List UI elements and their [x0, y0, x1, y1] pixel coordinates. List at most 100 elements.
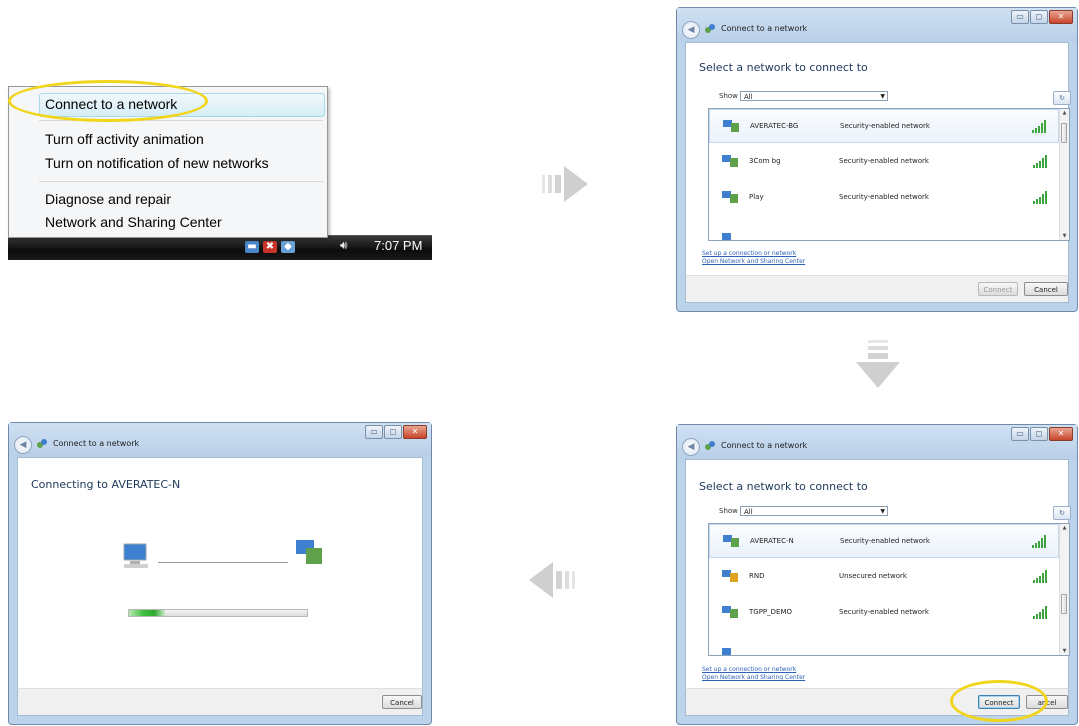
network-row[interactable]: Play Security-enabled network	[709, 181, 1059, 215]
setup-connection-link[interactable]: Set up a connection or network	[702, 250, 796, 257]
scroll-thumb[interactable]	[1061, 594, 1067, 614]
tray-icons: ▬ ✖ ◆	[245, 239, 295, 255]
refresh-button[interactable]: ↻	[1053, 506, 1071, 520]
menu-item-diagnose-and-repair[interactable]: Diagnose and repair	[45, 188, 171, 210]
minimize-button[interactable]: ▭	[1011, 427, 1029, 441]
connect-dialog-select: ▭ ◻ ✕ ◀ Connect to a network Select a ne…	[676, 7, 1078, 312]
back-arrow-icon[interactable]: ◀	[682, 21, 700, 39]
highlight-ring	[950, 680, 1048, 722]
window-controls: ▭ ◻ ✕	[1011, 427, 1073, 441]
network-name: Play	[749, 193, 764, 201]
network-row[interactable]	[709, 632, 1059, 655]
network-security: Security-enabled network	[839, 157, 929, 165]
show-filter-select[interactable]: All ▼	[740, 506, 888, 516]
show-filter-select[interactable]: All ▼	[740, 91, 888, 101]
network-row[interactable]: RND Unsecured network	[709, 560, 1059, 594]
dialog-content: Select a network to connect to Show All …	[685, 459, 1071, 693]
refresh-button[interactable]: ↻	[1053, 91, 1071, 105]
wireless-network-icon	[722, 155, 738, 167]
back-arrow-icon[interactable]: ◀	[14, 436, 32, 454]
network-security: Security-enabled network	[839, 608, 929, 616]
signal-strength-icon	[1033, 190, 1047, 204]
connect-dialog-select-selected: ▭ ◻ ✕ ◀ Connect to a network Select a ne…	[676, 424, 1078, 725]
network-name: AVERATEC-BG	[750, 122, 799, 130]
network-list: AVERATEC-BG Security-enabled network 3Co…	[708, 108, 1070, 241]
show-filter-value: All	[744, 93, 753, 101]
network-list-scrollbar[interactable]: ▲ ▼	[1059, 524, 1069, 655]
maximize-button[interactable]: ◻	[1030, 427, 1048, 441]
network-row[interactable]: TGPP_DEMO Security-enabled network	[709, 596, 1059, 630]
network-list-scrollbar[interactable]: ▲ ▼	[1059, 109, 1069, 240]
menu-item-turn-on-notification[interactable]: Turn on notification of new networks	[45, 152, 269, 174]
taskbar-clock[interactable]: 7:07 PM	[374, 238, 422, 253]
maximize-button[interactable]: ◻	[384, 425, 402, 439]
network-wizard-icon	[705, 441, 715, 450]
signal-strength-icon	[1033, 569, 1047, 583]
wireless-network-icon	[723, 535, 739, 547]
network-security: Security-enabled network	[839, 193, 929, 201]
network-row[interactable]: 3Com bg Security-enabled network	[709, 145, 1059, 179]
wireless-network-icon	[723, 120, 739, 132]
close-button[interactable]: ✕	[403, 425, 427, 439]
window-controls: ▭ ◻ ✕	[1011, 10, 1073, 24]
connection-progress-bar	[128, 609, 308, 617]
network-name: AVERATEC-N	[750, 537, 794, 545]
network-row[interactable]	[709, 217, 1059, 240]
open-sharing-center-link[interactable]: Open Network and Sharing Center	[702, 258, 805, 265]
dialog-heading: Connecting to AVERATEC-N	[31, 478, 181, 491]
arrow-left-icon	[529, 562, 575, 598]
cancel-button[interactable]: Cancel	[1024, 282, 1068, 296]
speaker-icon[interactable]: 🔊︎	[340, 238, 348, 253]
maximize-button[interactable]: ◻	[1030, 10, 1048, 24]
network-security: Unsecured network	[839, 572, 907, 580]
close-button[interactable]: ✕	[1049, 10, 1073, 24]
network-security: Security-enabled network	[840, 537, 930, 545]
connect-button[interactable]: Connect	[978, 282, 1018, 296]
signal-strength-icon	[1032, 534, 1046, 548]
wireless-network-icon	[722, 606, 738, 618]
scroll-up-icon[interactable]: ▲	[1060, 110, 1069, 116]
cancel-button[interactable]: Cancel	[382, 695, 422, 709]
connect-dialog-progress: ▭ ◻ ✕ ◀ Connect to a network Connecting …	[8, 422, 432, 725]
network-row[interactable]: AVERATEC-N Security-enabled network	[709, 524, 1059, 558]
dialog-title: Connect to a network	[721, 441, 808, 450]
network-warning-tray-icon[interactable]: ◆	[281, 241, 295, 253]
menu-separator	[39, 181, 323, 182]
signal-strength-icon	[1033, 605, 1047, 619]
scroll-down-icon[interactable]: ▼	[1060, 648, 1069, 654]
window-controls: ▭ ◻ ✕	[365, 425, 427, 439]
show-label: Show	[719, 507, 738, 515]
computer-icon	[123, 543, 148, 568]
signal-strength-icon	[1032, 119, 1046, 133]
dialog-content: Connecting to AVERATEC-N	[17, 457, 423, 693]
menu-item-turn-off-activity-animation[interactable]: Turn off activity animation	[45, 128, 204, 150]
signal-strength-icon	[1033, 154, 1047, 168]
show-label: Show	[719, 92, 738, 100]
dialog-title: Connect to a network	[721, 24, 808, 33]
shield-tray-icon[interactable]: ✖	[263, 241, 277, 253]
dialog-heading: Select a network to connect to	[699, 480, 868, 493]
open-sharing-center-link[interactable]: Open Network and Sharing Center	[702, 674, 805, 681]
dialog-footer: Cancel	[17, 688, 423, 716]
close-button[interactable]: ✕	[1049, 427, 1073, 441]
connection-line	[158, 562, 288, 563]
scroll-up-icon[interactable]: ▲	[1060, 525, 1069, 531]
minimize-button[interactable]: ▭	[1011, 10, 1029, 24]
back-arrow-icon[interactable]: ◀	[682, 438, 700, 456]
dropdown-caret-icon: ▼	[880, 508, 885, 515]
minimize-button[interactable]: ▭	[365, 425, 383, 439]
scroll-down-icon[interactable]: ▼	[1060, 233, 1069, 239]
show-filter-value: All	[744, 508, 753, 516]
wireless-network-icon	[722, 233, 731, 240]
scroll-thumb[interactable]	[1061, 123, 1067, 143]
network-tray-icon[interactable]: ▬	[245, 241, 259, 253]
arrow-right-icon	[542, 166, 588, 202]
menu-item-network-and-sharing-center[interactable]: Network and Sharing Center	[45, 211, 222, 233]
network-row[interactable]: AVERATEC-BG Security-enabled network	[709, 109, 1059, 143]
dropdown-caret-icon: ▼	[880, 93, 885, 100]
network-wizard-icon	[37, 439, 47, 448]
setup-connection-link[interactable]: Set up a connection or network	[702, 666, 796, 673]
network-list: AVERATEC-N Security-enabled network RND …	[708, 523, 1070, 656]
arrow-down-icon	[856, 340, 900, 388]
wireless-network-icon	[722, 648, 731, 655]
